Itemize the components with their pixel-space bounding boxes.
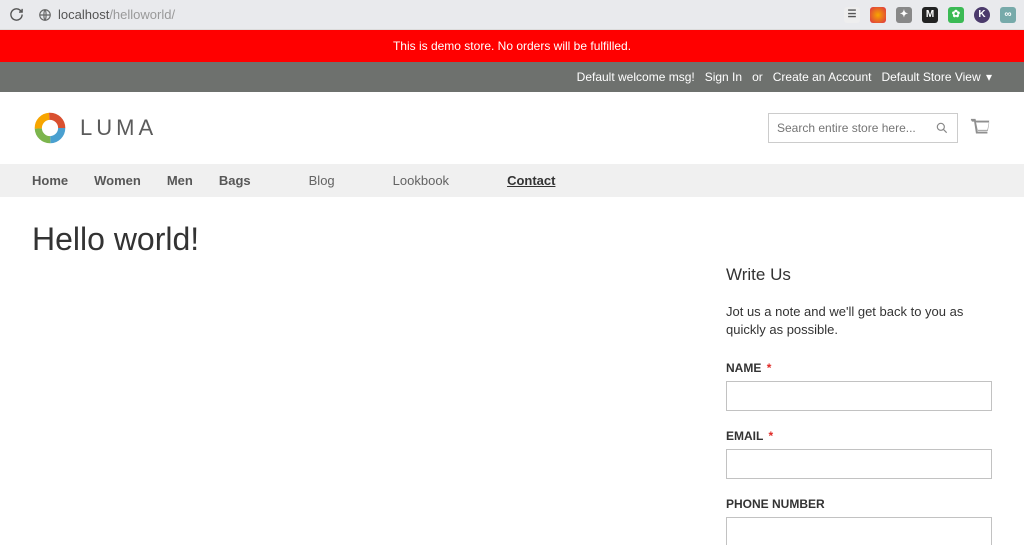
nav-men[interactable]: Men <box>167 173 193 188</box>
extension-icon[interactable]: ∞ <box>1000 7 1016 23</box>
extension-icon[interactable]: ✦ <box>896 7 912 23</box>
sign-in-link[interactable]: Sign In <box>705 70 742 84</box>
field-email: Email * <box>726 429 992 479</box>
search-box[interactable] <box>768 113 958 143</box>
welcome-message: Default welcome msg! <box>577 70 695 84</box>
name-input[interactable] <box>726 381 992 411</box>
demo-store-notice: This is demo store. No orders will be fu… <box>0 30 1024 62</box>
browser-toolbar: localhost/helloworld/ ☰ ✦ M ✿ K ∞ <box>0 0 1024 30</box>
main-content: Hello world! Write Us Jot us a note and … <box>32 197 992 545</box>
nav-home[interactable]: Home <box>32 173 68 188</box>
search-input[interactable] <box>777 121 935 135</box>
form-legend: Write Us <box>726 265 992 285</box>
reload-button[interactable] <box>8 7 24 23</box>
chevron-down-icon: ▾ <box>983 70 992 84</box>
translate-icon[interactable]: ☰ <box>844 7 860 23</box>
search-icon[interactable] <box>935 121 949 135</box>
logo-icon <box>32 110 68 146</box>
nav-lookbook[interactable]: Lookbook <box>393 173 449 188</box>
cart-icon[interactable] <box>970 117 992 139</box>
email-label: Email * <box>726 429 992 443</box>
required-mark: * <box>768 429 773 443</box>
nav-women[interactable]: Women <box>94 173 141 188</box>
field-name: Name * <box>726 361 992 411</box>
phone-label: Phone Number <box>726 497 992 511</box>
logo[interactable]: LUMA <box>32 110 157 146</box>
phone-input[interactable] <box>726 517 992 545</box>
required-mark: * <box>767 361 772 375</box>
name-label: Name * <box>726 361 992 375</box>
panel-header: Default welcome msg! Sign In or Create a… <box>0 62 1024 92</box>
logo-text: LUMA <box>80 115 157 141</box>
extension-icon[interactable]: M <box>922 7 938 23</box>
url-text: localhost/helloworld/ <box>58 7 175 22</box>
nav-blog[interactable]: Blog <box>309 173 335 188</box>
extension-icons: ☰ ✦ M ✿ K ∞ <box>844 7 1016 23</box>
form-note: Jot us a note and we'll get back to you … <box>726 303 992 339</box>
address-bar[interactable]: localhost/helloworld/ <box>32 7 836 22</box>
nav-bags[interactable]: Bags <box>219 173 251 188</box>
extension-icon[interactable]: ✿ <box>948 7 964 23</box>
or-separator: or <box>752 70 763 84</box>
email-input[interactable] <box>726 449 992 479</box>
contact-form: Write Us Jot us a note and we'll get bac… <box>726 221 992 545</box>
field-phone: Phone Number <box>726 497 992 545</box>
extension-icon[interactable]: K <box>974 7 990 23</box>
page-header: LUMA <box>0 92 1024 164</box>
nav-sections: Home Women Men Bags Blog Lookbook Contac… <box>0 164 1024 197</box>
page-title: Hello world! <box>32 221 726 258</box>
globe-icon <box>38 8 52 22</box>
extension-icon[interactable] <box>870 7 886 23</box>
nav-contact[interactable]: Contact <box>507 173 555 188</box>
store-switcher[interactable]: Default Store View ▾ <box>881 70 992 84</box>
create-account-link[interactable]: Create an Account <box>773 70 872 84</box>
